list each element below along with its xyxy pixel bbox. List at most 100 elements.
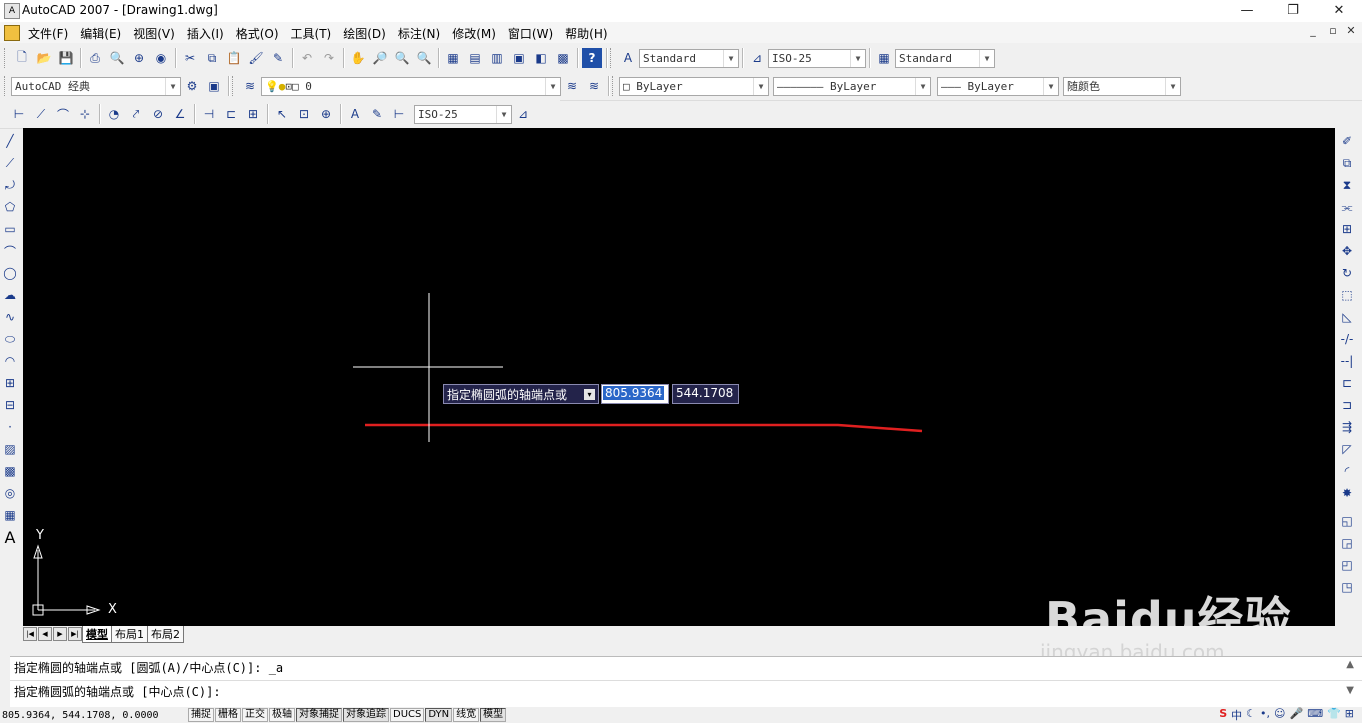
lineweight-select[interactable]: ——— ByLayer ▼ (937, 76, 1059, 96)
workspace-save-icon[interactable]: ▣ (204, 76, 224, 96)
dim-baseline-icon[interactable]: ⊏ (221, 104, 241, 124)
print-icon[interactable]: ⎙ (85, 48, 105, 68)
dynamic-input-x-field[interactable]: 805.9364 (601, 384, 669, 404)
array-icon[interactable]: ⊞ (1337, 218, 1357, 240)
redo-icon[interactable]: ↷ (319, 48, 339, 68)
draworder-above-icon[interactable]: ◰ (1337, 554, 1357, 576)
menu-format[interactable]: 格式(O) (230, 24, 285, 43)
menu-modify[interactable]: 修改(M) (446, 24, 502, 43)
undo-icon[interactable]: ↶ (297, 48, 317, 68)
mdi-close-button[interactable]: ✕ (1344, 24, 1358, 37)
copy-object-icon[interactable]: ⧉ (1337, 152, 1357, 174)
calculator-icon[interactable]: ▩ (553, 48, 573, 68)
spline-icon[interactable]: ∿ (0, 306, 20, 328)
model-toggle[interactable]: 模型 (480, 708, 507, 722)
dim-aligned-icon[interactable]: ⟋ (31, 104, 51, 124)
quick-dim-icon[interactable]: ⊣ (199, 104, 219, 124)
polygon-icon[interactable]: ⬠ (0, 196, 20, 218)
stretch-icon[interactable]: ◺ (1337, 306, 1357, 328)
dim-style-icon[interactable]: ⊿ (747, 48, 767, 68)
layer-previous-icon[interactable]: ≋ (584, 76, 604, 96)
break-point-icon[interactable]: ⊏ (1337, 372, 1357, 394)
linetype-select[interactable]: ——————— ByLayer ▼ (773, 76, 931, 96)
designcenter-icon[interactable]: ▤ (465, 48, 485, 68)
circle-icon[interactable]: ◯ (0, 262, 20, 284)
draworder-back-icon[interactable]: ◲ (1337, 532, 1357, 554)
paste-icon[interactable]: 📋 (224, 48, 244, 68)
revision-cloud-icon[interactable]: ☁ (0, 284, 20, 306)
skin-icon[interactable]: 👕 (1327, 707, 1341, 723)
offset-icon[interactable]: ⫘ (1337, 196, 1357, 218)
tab-layout1[interactable]: 布局1 (111, 625, 148, 643)
rotate-icon[interactable]: ↻ (1337, 262, 1357, 284)
dropdown-arrow-icon[interactable]: ▾ (584, 388, 595, 400)
region-icon[interactable]: ◎ (0, 482, 20, 504)
dim-radius-icon[interactable]: ◔ (104, 104, 124, 124)
polar-toggle[interactable]: 极轴 (269, 708, 295, 722)
chamfer-icon[interactable]: ◸ (1337, 438, 1357, 460)
construction-line-icon[interactable]: ⟋ (0, 152, 20, 174)
dim-arc-icon[interactable]: ⌒ (53, 104, 73, 124)
publish-icon[interactable]: ⊕ (129, 48, 149, 68)
scale-icon[interactable]: ⬚ (1337, 284, 1357, 306)
ime-chinese-icon[interactable]: 中 (1231, 707, 1242, 723)
menu-file[interactable]: 文件(F) (22, 24, 74, 43)
plotstyle-select[interactable]: 随颜色 ▼ (1063, 76, 1181, 96)
prev-tab-icon[interactable]: ◀ (38, 627, 52, 641)
dim-edit-icon[interactable]: A (345, 104, 365, 124)
ellipse-arc-icon[interactable]: ◠ (0, 350, 20, 372)
mtext-icon[interactable]: A (0, 526, 20, 548)
menu-help[interactable]: 帮助(H) (559, 24, 613, 43)
toolbar-grip[interactable] (4, 48, 8, 68)
dim-style-select[interactable]: ISO-25 ▼ (768, 48, 866, 68)
join-icon[interactable]: ⇶ (1337, 416, 1357, 438)
zoom-realtime-icon[interactable]: 🔎 (370, 48, 390, 68)
trim-icon[interactable]: -/- (1337, 328, 1357, 350)
moon-icon[interactable]: ☾ (1246, 707, 1256, 723)
blockeditor-icon[interactable]: ✎ (268, 48, 288, 68)
rectangle-icon[interactable]: ▭ (0, 218, 20, 240)
make-block-icon[interactable]: ⊟ (0, 394, 20, 416)
workspace-select[interactable]: AutoCAD 经典 ▼ (11, 76, 181, 96)
menu-view[interactable]: 视图(V) (127, 24, 181, 43)
toolpalettes-icon[interactable]: ▥ (487, 48, 507, 68)
dyn-toggle[interactable]: DYN (425, 708, 453, 722)
matchprop-icon[interactable]: 🖌 (246, 48, 266, 68)
color-select[interactable]: □ ByLayer ▼ (619, 76, 769, 96)
hatch-icon[interactable]: ▨ (0, 438, 20, 460)
dim-style-manager-icon[interactable]: ⊿ (513, 104, 533, 124)
extend-icon[interactable]: --| (1337, 350, 1357, 372)
microphone-icon[interactable]: 🎤 (1289, 707, 1303, 723)
zoom-previous-icon[interactable]: 🔍 (414, 48, 434, 68)
make-current-layer-icon[interactable]: ≋ (562, 76, 582, 96)
menu-dimension[interactable]: 标注(N) (392, 24, 446, 43)
ducs-toggle[interactable]: DUCS (390, 708, 425, 722)
minimize-button[interactable]: — (1224, 0, 1270, 22)
dynamic-input-y-field[interactable]: 544.1708 (672, 384, 739, 404)
coordinate-readout[interactable]: 805.9364, 544.1708, 0.0000 (0, 710, 188, 721)
layer-select[interactable]: 💡●⊡□ 0 ▼ (261, 76, 561, 96)
otrack-toggle[interactable]: 对象追踪 (343, 708, 389, 722)
layer-manager-icon[interactable]: ≋ (240, 76, 260, 96)
zoom-window-icon[interactable]: 🔍 (392, 48, 412, 68)
table-icon[interactable]: ▦ (0, 504, 20, 526)
dim-ordinate-icon[interactable]: ⊹ (75, 104, 95, 124)
cut-icon[interactable]: ✂ (180, 48, 200, 68)
help-icon[interactable]: ? (582, 48, 602, 68)
scroll-down-icon[interactable]: ▼ (1346, 685, 1354, 696)
markup-icon[interactable]: ◧ (531, 48, 551, 68)
drawn-line[interactable] (365, 423, 923, 433)
dim-continue-icon[interactable]: ⊞ (243, 104, 263, 124)
sogou-icon[interactable]: S (1219, 707, 1227, 723)
lineweight-toggle[interactable]: 线宽 (453, 708, 480, 722)
dim-style-select-2[interactable]: ISO-25 ▼ (414, 104, 512, 124)
osnap-toggle[interactable]: 对象捕捉 (296, 708, 342, 722)
document-icon[interactable] (4, 25, 20, 41)
scroll-up-icon[interactable]: ▲ (1346, 659, 1354, 670)
table-style-icon[interactable]: ▦ (874, 48, 894, 68)
preview-icon[interactable]: 🔍 (107, 48, 127, 68)
drawing-canvas[interactable]: Y X 指定椭圆弧的轴端点或 ▾ 805.9364 544.1708 Baidu… (23, 128, 1335, 626)
ellipse-icon[interactable]: ⬭ (0, 328, 20, 350)
ortho-toggle[interactable]: 正交 (242, 708, 268, 722)
first-tab-icon[interactable]: |◀ (23, 627, 37, 641)
